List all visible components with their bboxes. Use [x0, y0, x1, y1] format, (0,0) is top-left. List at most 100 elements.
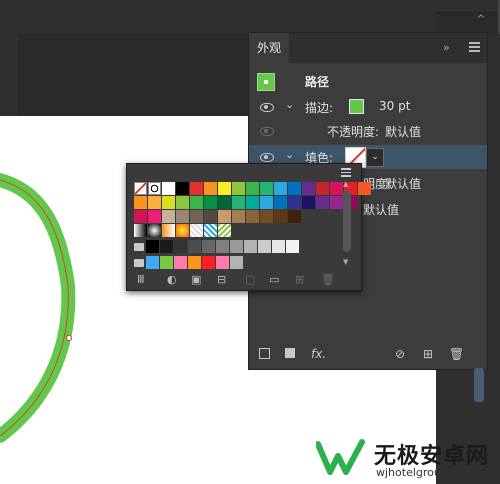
color-swatch[interactable]	[176, 196, 189, 209]
color-swatch[interactable]	[188, 256, 201, 269]
chevron-down-icon[interactable]: ⌄	[285, 148, 294, 161]
color-swatch[interactable]	[260, 182, 273, 195]
color-swatch[interactable]	[162, 196, 175, 209]
swatch-libraries-icon[interactable]: Ⅲ	[137, 273, 145, 287]
swatch-folder-icon[interactable]	[134, 243, 144, 251]
color-swatch[interactable]	[260, 210, 273, 223]
color-swatch[interactable]	[204, 182, 217, 195]
scroll-up-icon[interactable]: ▲	[343, 180, 348, 188]
color-swatch[interactable]	[148, 210, 161, 223]
color-swatch[interactable]	[218, 196, 231, 209]
visibility-eye-icon[interactable]	[260, 127, 274, 136]
color-swatch[interactable]	[258, 240, 271, 253]
color-swatch[interactable]	[316, 182, 329, 195]
collapse-panel-icon[interactable]: »	[443, 41, 450, 54]
color-swatch[interactable]	[162, 182, 175, 195]
visibility-eye-icon[interactable]	[260, 153, 274, 162]
color-swatch[interactable]	[286, 240, 299, 253]
opacity-label[interactable]: 不透明度:	[327, 123, 379, 140]
swatch-options-icon[interactable]: ▣	[191, 273, 201, 287]
color-swatch[interactable]	[274, 182, 287, 195]
color-swatch[interactable]	[146, 240, 159, 253]
color-swatch[interactable]	[134, 196, 147, 209]
color-swatch[interactable]	[190, 196, 203, 209]
opacity-value[interactable]: 默认值	[385, 123, 421, 140]
color-swatch[interactable]	[218, 182, 231, 195]
collapse-panels-icon[interactable]: ^	[470, 12, 492, 28]
gradient-swatch[interactable]	[176, 224, 189, 237]
color-swatch[interactable]	[274, 196, 287, 209]
canvas-scrollbar-thumb[interactable]	[474, 368, 484, 402]
stroke-color-swatch[interactable]	[349, 99, 364, 114]
color-swatch[interactable]	[204, 196, 217, 209]
color-swatch[interactable]	[302, 196, 315, 209]
swatch-folder-icon[interactable]	[134, 259, 144, 267]
color-swatch[interactable]	[288, 210, 301, 223]
color-swatch[interactable]	[176, 182, 189, 195]
add-stroke-icon[interactable]	[259, 348, 270, 359]
stroke-label[interactable]: 描边:	[305, 99, 333, 116]
color-swatch[interactable]	[162, 210, 175, 223]
registration-swatch[interactable]	[148, 182, 161, 195]
color-swatch[interactable]	[358, 182, 371, 195]
fx-icon[interactable]: fx.	[311, 348, 326, 360]
color-swatch[interactable]	[202, 256, 215, 269]
color-swatch[interactable]	[246, 196, 259, 209]
color-swatch[interactable]	[160, 240, 173, 253]
color-swatch[interactable]	[316, 196, 329, 209]
color-swatch[interactable]	[246, 182, 259, 195]
add-fill-icon[interactable]	[285, 348, 295, 358]
color-swatch[interactable]	[134, 210, 147, 223]
swatch-kind-icon[interactable]: ◐	[167, 273, 177, 287]
fill-opacity-value[interactable]: 默认值	[385, 175, 421, 192]
duplicate-item-icon[interactable]: ⊞	[423, 348, 433, 360]
chevron-down-icon[interactable]: ⌄	[285, 98, 294, 111]
color-swatch[interactable]	[232, 182, 245, 195]
color-swatch[interactable]	[230, 256, 243, 269]
color-swatch[interactable]	[174, 240, 187, 253]
color-swatch[interactable]	[330, 196, 343, 209]
gradient-swatch[interactable]	[134, 224, 147, 237]
color-swatch[interactable]	[260, 196, 273, 209]
visibility-eye-icon[interactable]	[260, 103, 274, 112]
color-swatch[interactable]	[330, 182, 343, 195]
none-swatch[interactable]	[134, 182, 147, 195]
color-swatch[interactable]	[272, 240, 285, 253]
color-swatch[interactable]	[176, 210, 189, 223]
color-swatch[interactable]	[188, 240, 201, 253]
stroke-weight-value[interactable]: 30 pt	[379, 99, 410, 113]
panel-menu-icon[interactable]	[469, 42, 480, 54]
pattern-swatch[interactable]	[204, 224, 217, 237]
color-swatch[interactable]	[190, 210, 203, 223]
color-swatch[interactable]	[148, 196, 161, 209]
fill-dropdown-button[interactable]: ⌄	[366, 148, 384, 167]
color-group-icon[interactable]: ⊟	[217, 273, 226, 287]
color-swatch[interactable]	[202, 240, 215, 253]
overall-opacity-value[interactable]: 默认值	[363, 201, 399, 218]
color-swatch[interactable]	[274, 210, 287, 223]
color-swatch[interactable]	[174, 256, 187, 269]
color-swatch[interactable]	[230, 240, 243, 253]
color-swatch[interactable]	[216, 240, 229, 253]
gradient-swatch[interactable]	[162, 224, 175, 237]
color-swatch[interactable]	[216, 256, 229, 269]
new-color-group-folder-icon[interactable]: ▭	[269, 273, 279, 287]
trash-icon[interactable]: 🗑	[449, 348, 464, 360]
clear-appearance-icon[interactable]: ⊘	[395, 348, 405, 360]
color-swatch[interactable]	[218, 210, 231, 223]
color-swatch[interactable]	[302, 182, 315, 195]
stroke-row[interactable]: ⌄ 描边: 30 pt	[249, 95, 487, 119]
pattern-swatch[interactable]	[218, 224, 231, 237]
color-swatch[interactable]	[232, 196, 245, 209]
color-swatch[interactable]	[244, 240, 257, 253]
list-view-icon[interactable]	[341, 168, 351, 179]
pattern-swatch[interactable]	[190, 224, 203, 237]
stroke-opacity-row[interactable]: 不透明度: 默认值	[249, 119, 487, 143]
color-swatch[interactable]	[232, 210, 245, 223]
color-swatch[interactable]	[160, 256, 173, 269]
scroll-down-icon[interactable]: ▼	[343, 258, 348, 266]
color-swatch[interactable]	[288, 182, 301, 195]
color-swatch[interactable]	[246, 210, 259, 223]
color-swatch[interactable]	[146, 256, 159, 269]
color-swatch[interactable]	[288, 196, 301, 209]
